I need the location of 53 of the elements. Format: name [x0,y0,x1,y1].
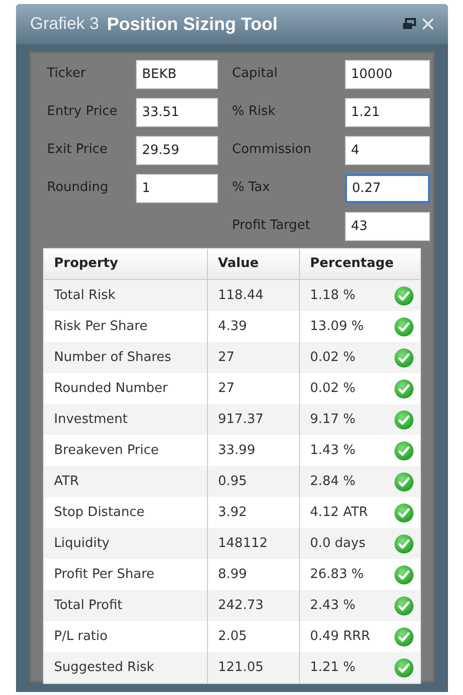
table-cell-text: 0.02 % [310,348,356,367]
field-label: Commission [232,141,312,160]
table-cell-text: 0.0 days [310,534,366,553]
check-icon [394,472,414,492]
field-label: Profit Target [232,217,312,236]
table-cell-text: 2.43 % [310,596,356,615]
table-cell-text: 13.09 % [310,318,364,336]
table-cell-text: 0.49 RRR [310,628,370,646]
restore-icon[interactable] [402,18,416,30]
check-icon [394,378,414,398]
column-header: Property [44,249,208,279]
table-cell: 121.05 [208,652,300,683]
check-icon [394,286,414,306]
input-field[interactable]: 33.51 [136,98,218,126]
input-field[interactable]: 29.59 [136,136,218,164]
input-field[interactable]: 1.21 [345,98,430,126]
input-field[interactable]: 10000 [345,60,430,88]
input-field[interactable]: 4 [345,136,430,164]
table-cell-text: 2.84 % [310,472,356,491]
input-field[interactable]: 43 [345,212,430,240]
table-cell-text: 1.18 % [310,286,356,305]
table-cell-text: 26.83 % [310,566,364,584]
table-cell-text: 1.21 % [310,658,356,677]
check-icon [394,564,414,584]
field-label: Rounding [47,179,110,198]
input-field[interactable]: 1 [136,174,218,202]
check-icon [394,316,414,336]
close-icon[interactable] [422,18,434,30]
field-label: % Risk [232,103,276,122]
check-icon [394,534,414,554]
column-header: Value [208,249,300,279]
check-icon [394,410,414,430]
field-label: Entry Price [47,103,118,122]
field-label: Ticker [47,65,87,84]
table-cell-text: 1.43 % [310,442,356,460]
window-caption: Grafiek 3 [30,13,99,36]
column-header: Percentage [309,255,395,274]
check-icon [394,596,414,616]
field-label: Exit Price [47,141,108,160]
check-icon [394,348,414,368]
field-label: % Tax [232,179,271,198]
table-cell-text: 0.02 % [310,380,356,398]
check-icon [394,658,414,678]
table-cell: Suggested Risk [44,652,208,683]
window-title: Position Sizing Tool [106,12,278,36]
check-icon [394,502,414,522]
field-label: Capital [232,65,279,84]
check-icon [394,626,414,646]
table-cell-text: 4.12 ATR [310,504,368,522]
check-icon [394,440,414,460]
input-field[interactable]: BEKB [136,60,218,88]
table-cell-text: 9.17 % [310,410,356,429]
input-field[interactable]: 0.27 [345,174,430,202]
